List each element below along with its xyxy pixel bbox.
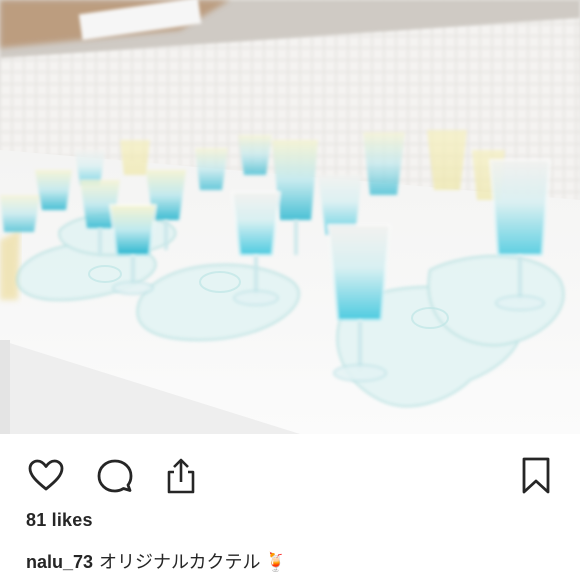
caption-text: オリジナルカクテル	[99, 552, 261, 572]
heart-icon	[28, 459, 64, 491]
bookmark-icon	[522, 457, 550, 494]
share-icon	[167, 458, 195, 494]
share-button[interactable]	[161, 456, 201, 496]
likes-count[interactable]: 81 likes	[26, 510, 93, 531]
cocktail-emoji-icon: 🍹	[264, 552, 287, 572]
comment-icon	[97, 459, 133, 493]
post-photo[interactable]	[0, 0, 580, 434]
comment-button[interactable]	[95, 456, 135, 496]
save-button[interactable]	[516, 456, 556, 496]
cocktail-glasses-photo	[0, 0, 580, 434]
post-caption: nalu_73 オリジナルカクテル 🍹	[26, 548, 287, 574]
caption-username[interactable]: nalu_73	[26, 552, 93, 572]
like-button[interactable]	[26, 456, 66, 496]
post-action-bar	[0, 434, 580, 514]
